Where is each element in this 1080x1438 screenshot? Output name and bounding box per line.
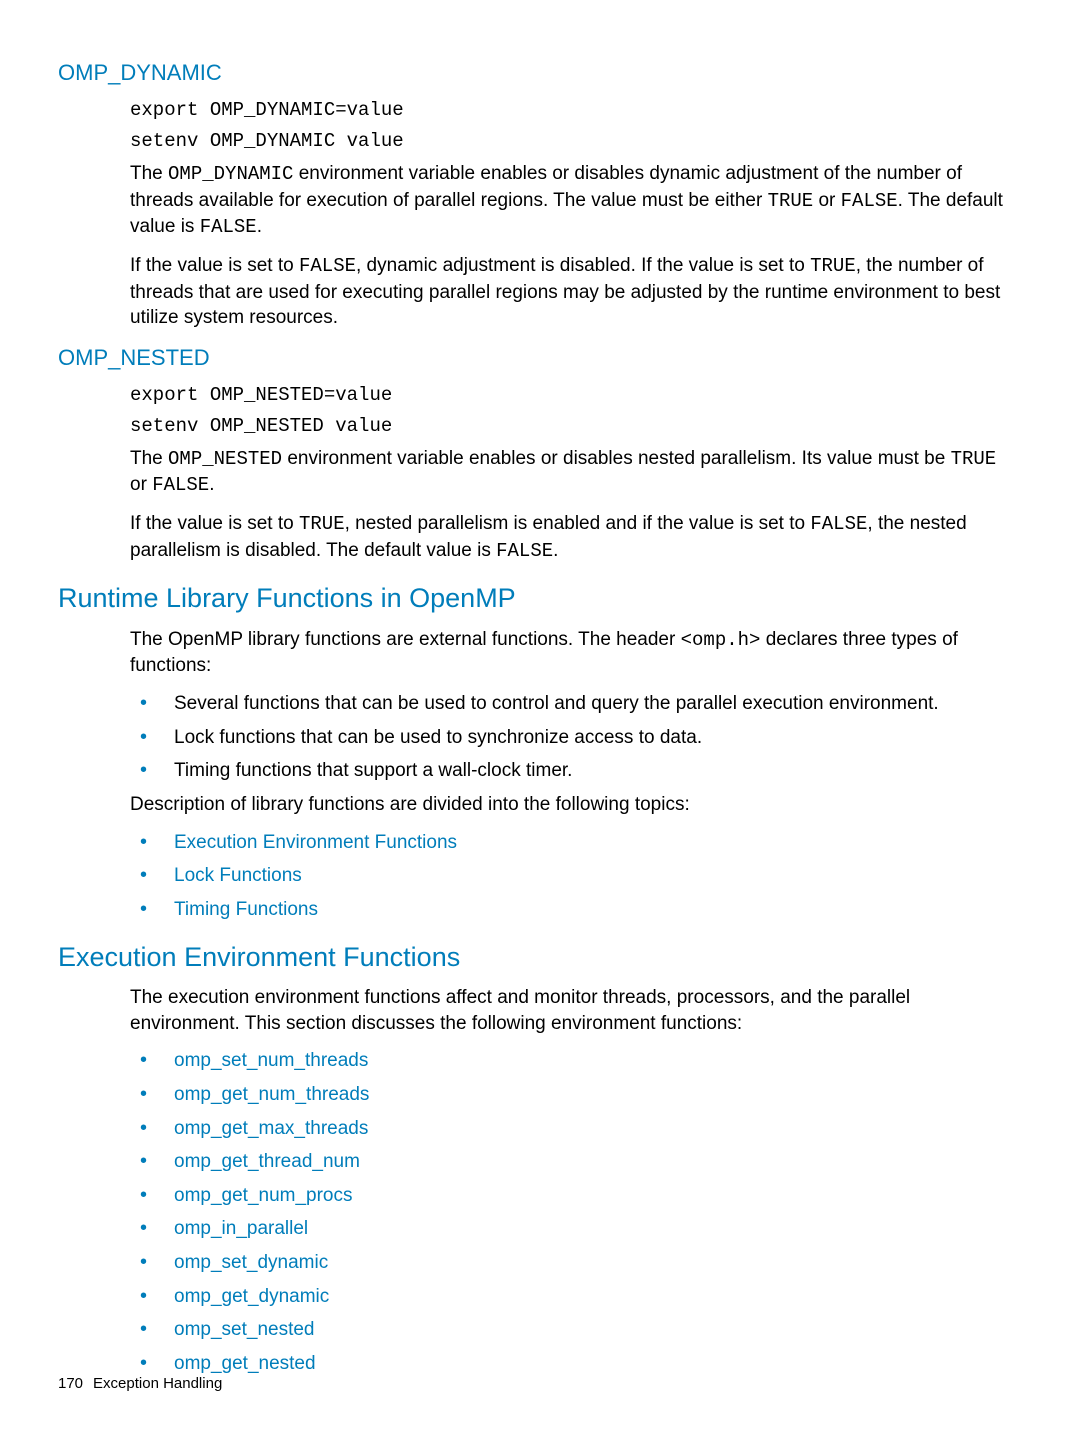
code-inline: FALSE [152,474,209,496]
para-omp-dynamic-2: If the value is set to FALSE, dynamic ad… [130,253,1016,331]
text: Several functions that can be used to co… [174,693,939,714]
list-item: omp_get_nested [130,1351,1016,1377]
code-setenv-omp-dynamic: setenv OMP_DYNAMIC value [130,129,1016,155]
block-omp-dynamic: export OMP_DYNAMIC=value setenv OMP_DYNA… [130,98,1016,331]
list-item: omp_get_num_procs [130,1183,1016,1209]
list-item: omp_in_parallel [130,1216,1016,1242]
code-inline: OMP_NESTED [168,448,282,470]
link-omp-in-parallel[interactable]: omp_in_parallel [174,1218,308,1239]
text: The [130,163,168,184]
link-omp-set-num-threads[interactable]: omp_set_num_threads [174,1050,368,1071]
list-item: Several functions that can be used to co… [130,691,1016,717]
block-exec-env: The execution environment functions affe… [130,985,1016,1377]
list-runtime-topics: Execution Environment Functions Lock Fun… [130,830,1016,923]
link-omp-get-nested[interactable]: omp_get_nested [174,1353,316,1374]
list-item: omp_set_nested [130,1317,1016,1343]
para-runtime-intro: The OpenMP library functions are externa… [130,627,1016,679]
link-omp-get-thread-num[interactable]: omp_get_thread_num [174,1151,360,1172]
heading-runtime-library: Runtime Library Functions in OpenMP [58,580,1022,616]
list-item: Execution Environment Functions [130,830,1016,856]
text: , dynamic adjustment is disabled. If the… [356,255,810,276]
link-exec-env-functions[interactable]: Execution Environment Functions [174,832,457,853]
code-inline: <omp.h> [681,629,761,651]
para-exec-env-intro: The execution environment functions affe… [130,985,1016,1036]
list-item: omp_get_max_threads [130,1116,1016,1142]
link-lock-functions[interactable]: Lock Functions [174,865,302,886]
link-omp-get-num-procs[interactable]: omp_get_num_procs [174,1185,353,1206]
text: Lock functions that can be used to synch… [174,727,702,748]
footer-title: Exception Handling [93,1375,222,1392]
text: . [209,474,214,495]
para-runtime-topics: Description of library functions are div… [130,792,1016,818]
text: or [130,474,152,495]
list-item: Lock functions that can be used to synch… [130,725,1016,751]
list-item: omp_get_dynamic [130,1284,1016,1310]
code-inline: FALSE [200,216,257,238]
block-runtime: The OpenMP library functions are externa… [130,627,1016,923]
list-item: omp_set_num_threads [130,1048,1016,1074]
page: OMP_DYNAMIC export OMP_DYNAMIC=value set… [0,0,1080,1438]
page-number: 170 [58,1375,83,1392]
code-inline: OMP_DYNAMIC [168,163,293,185]
heading-omp-dynamic: OMP_DYNAMIC [58,58,1022,88]
para-omp-nested-1: The OMP_NESTED environment variable enab… [130,446,1016,499]
code-setenv-omp-nested: setenv OMP_NESTED value [130,414,1016,440]
list-item: omp_set_dynamic [130,1250,1016,1276]
list-item: omp_get_thread_num [130,1149,1016,1175]
link-omp-get-dynamic[interactable]: omp_get_dynamic [174,1286,329,1307]
list-item: omp_get_num_threads [130,1082,1016,1108]
link-omp-set-nested[interactable]: omp_set_nested [174,1319,315,1340]
link-omp-set-dynamic[interactable]: omp_set_dynamic [174,1252,328,1273]
code-inline: FALSE [841,190,898,212]
page-footer: 170 Exception Handling [58,1374,222,1394]
text: or [813,190,840,211]
heading-omp-nested: OMP_NESTED [58,343,1022,373]
code-export-omp-nested: export OMP_NESTED=value [130,383,1016,409]
code-inline: FALSE [810,513,867,535]
list-item: Timing functions that support a wall-clo… [130,758,1016,784]
text: The [130,448,168,469]
list-item: Timing Functions [130,897,1016,923]
code-inline: FALSE [496,540,553,562]
text: . [553,540,558,561]
heading-exec-env: Execution Environment Functions [58,939,1022,975]
text: , nested parallelism is enabled and if t… [345,513,811,534]
list-runtime-types: Several functions that can be used to co… [130,691,1016,784]
block-omp-nested: export OMP_NESTED=value setenv OMP_NESTE… [130,383,1016,565]
text: If the value is set to [130,255,299,276]
text: environment variable enables or disables… [282,448,951,469]
link-omp-get-max-threads[interactable]: omp_get_max_threads [174,1118,368,1139]
text: The OpenMP library functions are externa… [130,629,681,650]
list-exec-env-functions: omp_set_num_threads omp_get_num_threads … [130,1048,1016,1376]
code-inline: TRUE [768,190,814,212]
link-omp-get-num-threads[interactable]: omp_get_num_threads [174,1084,369,1105]
list-item: Lock Functions [130,863,1016,889]
link-timing-functions[interactable]: Timing Functions [174,899,318,920]
text: Timing functions that support a wall-clo… [174,760,572,781]
para-omp-nested-2: If the value is set to TRUE, nested para… [130,511,1016,564]
code-inline: TRUE [299,513,345,535]
code-inline: TRUE [810,255,856,277]
text: . [257,216,262,237]
code-export-omp-dynamic: export OMP_DYNAMIC=value [130,98,1016,124]
para-omp-dynamic-1: The OMP_DYNAMIC environment variable ena… [130,161,1016,241]
code-inline: TRUE [951,448,997,470]
text: If the value is set to [130,513,299,534]
code-inline: FALSE [299,255,356,277]
